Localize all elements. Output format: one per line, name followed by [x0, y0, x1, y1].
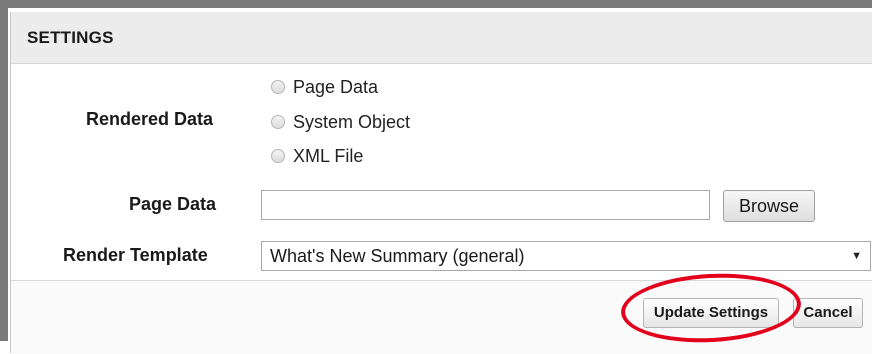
dropdown-arrow-icon: ▼ — [851, 250, 862, 262]
render-template-select[interactable]: What's New Summary (general) ▼ — [261, 241, 871, 271]
page-data-label: Page Data — [129, 194, 217, 214]
update-settings-button[interactable]: Update Settings — [643, 298, 779, 328]
radio-page-data[interactable]: Page Data — [271, 75, 378, 99]
radio-label-page-data: Page Data — [293, 76, 379, 97]
radio-xml-file[interactable]: XML File — [271, 144, 363, 168]
render-template-value: What's New Summary (general) — [270, 245, 525, 266]
page-data-input[interactable] — [261, 190, 710, 220]
rendered-data-label: Rendered Data — [86, 109, 214, 129]
window-frame-top — [0, 0, 872, 8]
radio-button[interactable] — [271, 115, 285, 129]
radio-button[interactable] — [271, 80, 285, 94]
window-frame-left — [0, 0, 8, 341]
settings-header: SETTINGS — [11, 12, 872, 64]
radio-system-object[interactable]: System Object — [271, 110, 410, 134]
render-template-label: Render Template — [63, 245, 208, 265]
radio-button[interactable] — [271, 149, 285, 163]
radio-label-system-object: System Object — [293, 111, 411, 132]
radio-label-xml-file: XML File — [293, 145, 364, 166]
browse-button[interactable]: Browse — [723, 190, 815, 222]
cancel-button[interactable]: Cancel — [793, 298, 863, 328]
settings-panel: SETTINGS Rendered Data Page Data System … — [10, 12, 872, 354]
settings-title: SETTINGS — [27, 28, 114, 47]
